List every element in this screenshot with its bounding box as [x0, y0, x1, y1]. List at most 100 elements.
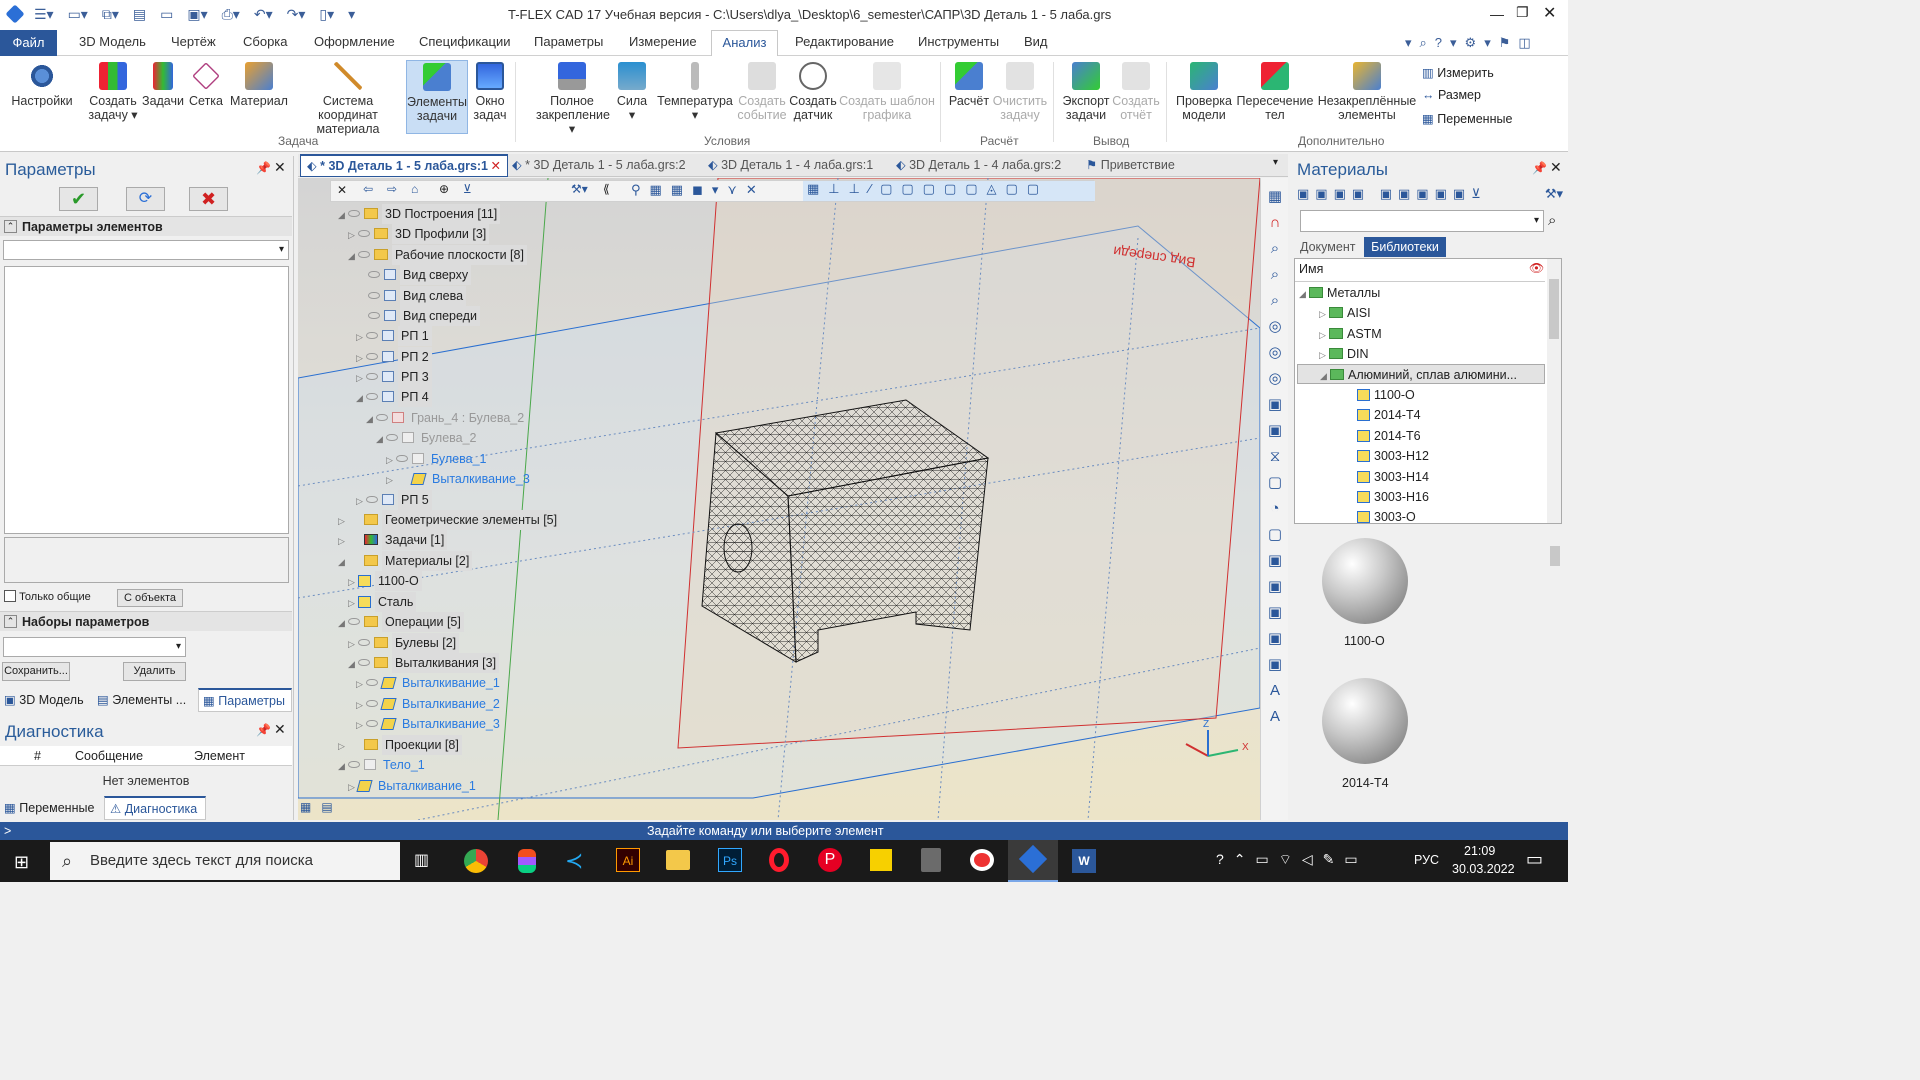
chrome-icon[interactable]: [464, 849, 488, 873]
tree-item[interactable]: ▷ Булева_1: [386, 449, 490, 469]
material-coords-button[interactable]: Система координат материала: [292, 62, 404, 136]
measure-link[interactable]: ▥ Измерить: [1422, 65, 1494, 80]
tab-diagnostics[interactable]: ⚠ Диагностика: [104, 796, 206, 820]
tree-item[interactable]: ▷ РП 1: [356, 326, 432, 346]
material-row[interactable]: 3003-H14: [1357, 467, 1429, 487]
pin-icon[interactable]: 📌: [256, 723, 271, 737]
file-explorer-icon[interactable]: [666, 850, 690, 870]
tasks-button[interactable]: Задачи: [141, 62, 185, 108]
windows-start-icon[interactable]: ⊞: [14, 852, 29, 873]
figma-icon[interactable]: [518, 849, 536, 873]
tree-item[interactable]: ◢ Рабочие плоскости [8]: [348, 245, 527, 265]
materials-list[interactable]: Имя 👁 ◢ Металлы ▷ AISI ▷ ASTM ▷ DIN ◢ Алюмини…: [1294, 258, 1562, 524]
sets-dropdown[interactable]: ▾: [3, 637, 186, 657]
panel-tab-elements[interactable]: ▤ Элементы ...: [97, 692, 186, 707]
forward-icon[interactable]: ⇨: [387, 182, 397, 196]
pin-icon[interactable]: 📌: [256, 161, 271, 175]
grid-icon[interactable]: ▤: [133, 6, 146, 24]
quick-access-icons[interactable]: ☰▾ ▭▾ ⧉▾ ▤ ▭ ▣▾ ⎙▾ ↶▾ ↷▾ ▯▾ ▾: [34, 6, 384, 24]
sticky-notes-icon[interactable]: [870, 849, 892, 871]
material-row[interactable]: 1100-O: [1357, 385, 1415, 405]
layout-buttons[interactable]: ▦▤: [300, 800, 342, 818]
clock-date[interactable]: 30.03.2022: [1452, 862, 1515, 876]
tab-libraries[interactable]: Библиотеки: [1364, 237, 1446, 257]
tab-specs[interactable]: Спецификации: [419, 34, 511, 49]
list-scrollbar[interactable]: [1547, 259, 1561, 523]
undo-icon[interactable]: ↶▾: [254, 6, 273, 24]
calculator-icon[interactable]: [921, 848, 941, 872]
pinterest-icon[interactable]: P: [818, 848, 842, 872]
params-list[interactable]: [4, 266, 289, 534]
doc-tab[interactable]: ⬖ 3D Деталь 1 - 4 лаба.grs:1: [708, 157, 873, 172]
create-report-button[interactable]: Создать отчёт: [1110, 62, 1162, 122]
material-row[interactable]: 3003-O: [1357, 507, 1416, 527]
restore-button[interactable]: ❐: [1516, 4, 1529, 21]
opera-icon[interactable]: [769, 848, 789, 872]
material-preview[interactable]: [1322, 678, 1408, 764]
elements-dropdown[interactable]: ▾: [3, 240, 289, 260]
tree-item[interactable]: ◢ Булева_2: [376, 428, 480, 448]
tab-assembly[interactable]: Сборка: [243, 34, 288, 49]
save-icon[interactable]: ▣▾: [187, 6, 207, 24]
back-icon[interactable]: ⇦: [363, 182, 373, 196]
panel-tab-3d-model[interactable]: ▣ 3D Модель: [4, 692, 84, 707]
tree-item[interactable]: ▷ Выталкивание_3: [356, 714, 503, 734]
tree-item[interactable]: ▷ РП 2: [356, 347, 432, 367]
notifications-icon[interactable]: ▭: [1526, 849, 1543, 870]
close-window-button[interactable]: ✕: [1543, 3, 1556, 23]
print-icon[interactable]: ⎙▾: [222, 6, 240, 24]
tree-item[interactable]: ◢ Грань_4 : Булева_2: [366, 408, 527, 428]
tree-item[interactable]: ▷ Задачи [1]: [338, 530, 448, 550]
tab-3d-model[interactable]: 3D Модель: [79, 34, 146, 49]
calculate-button[interactable]: Расчёт: [948, 62, 990, 108]
unfixed-elements-button[interactable]: Незакреплённые элементы: [1316, 62, 1418, 122]
search-icon[interactable]: ⌕: [1548, 212, 1556, 229]
body-intersection-button[interactable]: Пересечение тел: [1236, 62, 1314, 122]
tree-item[interactable]: ▷ 1100-О: [348, 571, 422, 591]
col-message[interactable]: Сообщение: [75, 746, 143, 766]
check-model-button[interactable]: Проверка модели: [1172, 62, 1236, 122]
tree-item[interactable]: Вид спереди: [368, 306, 480, 326]
col-index[interactable]: #: [34, 746, 41, 766]
tree-item[interactable]: ▷ Геометрические элементы [5]: [338, 510, 561, 530]
panel-tab-params[interactable]: ▦ Параметры: [198, 688, 292, 712]
display-tools[interactable]: ▦⊥⊥∕▢▢▢▢▢◬▢▢: [803, 181, 1095, 201]
ribbon-right-icons[interactable]: ▾⌕?▾⚙▾⚑◫: [1405, 35, 1539, 51]
refresh-button[interactable]: ⟳: [126, 187, 165, 211]
cancel-button[interactable]: ✖: [189, 187, 228, 211]
tree-item[interactable]: ◢ РП 4: [356, 387, 432, 407]
folder-icon[interactable]: ▭: [160, 6, 173, 24]
tree-item[interactable]: ▷ Выталкивание_1: [356, 673, 503, 693]
command-prompt[interactable]: >: [4, 822, 11, 840]
close-tree-icon[interactable]: ✕: [337, 183, 347, 197]
redo-icon[interactable]: ↷▾: [287, 6, 306, 24]
material-row[interactable]: 2014-T4: [1357, 405, 1421, 425]
delete-set-button[interactable]: Удалить: [123, 662, 186, 681]
col-name[interactable]: Имя: [1299, 262, 1323, 276]
photoshop-icon[interactable]: Ps: [718, 848, 742, 872]
tab-file[interactable]: Файл: [0, 30, 57, 56]
clock-time[interactable]: 21:09: [1464, 844, 1495, 858]
size-link[interactable]: ↔ Размер: [1422, 88, 1481, 102]
section-sets-header[interactable]: ⌃ Наборы параметров: [0, 611, 292, 631]
create-task-button[interactable]: Создать задачу ▾: [86, 62, 140, 122]
tree-item[interactable]: ◢ Материалы [2]: [338, 551, 473, 571]
tree-item[interactable]: Вид слева: [368, 286, 467, 306]
task-window-button[interactable]: Окно задач: [470, 62, 510, 122]
close-panel-button[interactable]: ✕: [274, 721, 286, 738]
tab-drawing[interactable]: Чертёж: [171, 34, 216, 49]
more-icon[interactable]: ▾: [348, 6, 355, 24]
pin-icon[interactable]: 📌: [1532, 161, 1547, 175]
recorder-icon[interactable]: [970, 849, 994, 871]
illustrator-icon[interactable]: Ai: [616, 848, 640, 872]
language-indicator[interactable]: РУС: [1414, 853, 1439, 867]
section-elements-header[interactable]: ⌃ Параметры элементов: [0, 216, 292, 236]
tree-item[interactable]: ▷ Сталь: [348, 592, 417, 612]
viewport-3d[interactable]: Вид спереди Z X ✕ ⇦ ⇨ ⌂ ⊕ ⊻ ⚒▾ ⟪ ⚲▦▦◼▾⋎✕…: [298, 178, 1260, 820]
material-row[interactable]: ▷ DIN: [1319, 344, 1369, 364]
close-tab-icon[interactable]: ✕: [491, 156, 501, 176]
tab-view[interactable]: Вид: [1024, 34, 1048, 49]
tab-edit[interactable]: Редактирование: [795, 34, 894, 49]
create-sensor-button[interactable]: Создать датчик: [789, 62, 837, 122]
variables-link[interactable]: ▦ Переменные: [1422, 111, 1512, 126]
